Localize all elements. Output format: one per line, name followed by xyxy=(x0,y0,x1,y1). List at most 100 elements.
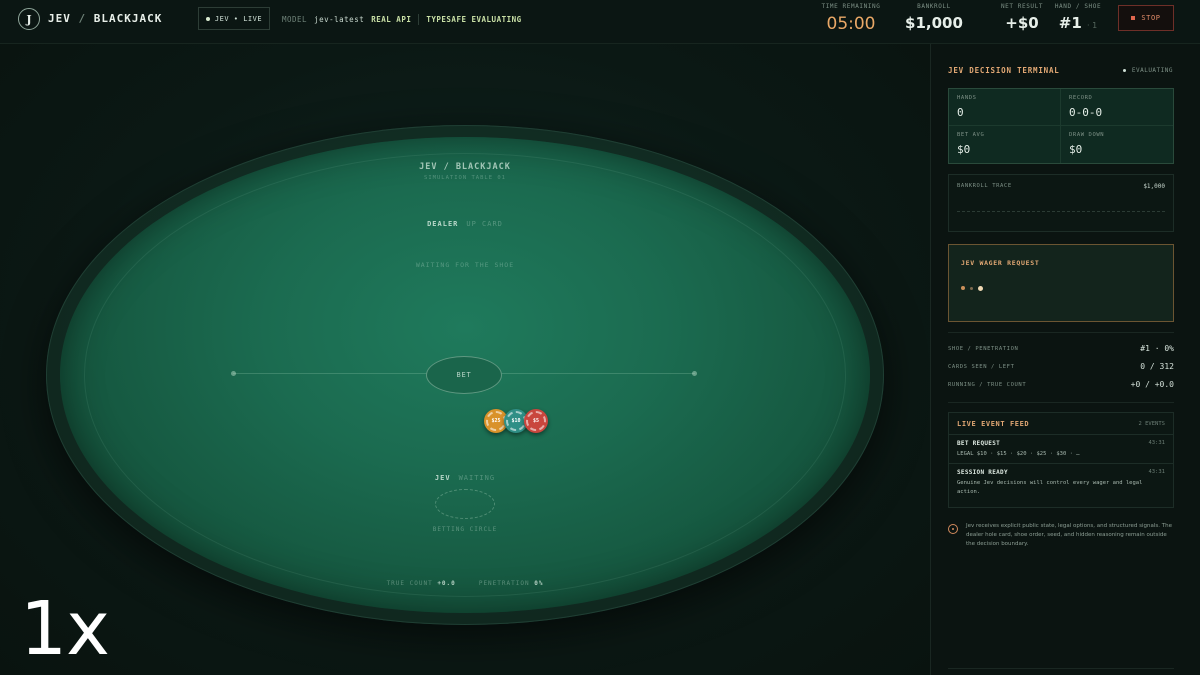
event-time: 43:31 xyxy=(1148,440,1165,446)
model-value: jev-latest xyxy=(314,15,365,24)
chip-label: $10 xyxy=(511,418,521,424)
event-time: 43:31 xyxy=(1148,469,1165,476)
info-icon xyxy=(948,524,958,534)
hand-label: HAND / SHOE xyxy=(1054,3,1102,10)
feed-event: SESSION READY 43:31 Genuine Jev decision… xyxy=(949,464,1173,501)
panel-status-label: EVALUATING xyxy=(1131,67,1173,74)
model-info: MODEL jev-latest REAL API TYPESAFE EVALU… xyxy=(282,14,522,25)
waiting-text: WAITING FOR THE SHOE xyxy=(415,261,515,269)
player-status: WAITING xyxy=(458,474,496,482)
time-remaining-stat: TIME REMAINING 05:00 xyxy=(812,3,890,34)
count-row: RUNNING / TRUE COUNT +0 / +0.0 xyxy=(948,380,1174,389)
table-area: JEV / BLACKJACK SIMULATION TABLE 01 DEAL… xyxy=(0,44,930,675)
stat-bet-avg: BET AVG $0 xyxy=(949,126,1061,163)
brand-primary: JEV xyxy=(48,12,71,25)
wager-title: JEV WAGER REQUEST xyxy=(961,259,1040,267)
stat-record: RECORD 0-0-0 xyxy=(1061,89,1173,126)
status-dot-icon xyxy=(1122,69,1126,72)
divider xyxy=(418,14,420,25)
line-dot-left xyxy=(231,371,236,376)
player-label: JEV xyxy=(434,474,451,482)
stop-button[interactable]: STOP xyxy=(1118,5,1174,31)
playback-speed-label: 1x xyxy=(20,586,110,672)
info-note: Jev receives explicit public state, lega… xyxy=(948,522,1174,549)
divider xyxy=(948,402,1174,403)
dealer-status: UP CARD xyxy=(466,220,503,228)
live-label: JEV • LIVE xyxy=(214,14,263,23)
kv-value: 0 / 312 xyxy=(1140,362,1174,371)
trace-value: $1,000 xyxy=(1143,183,1165,190)
net-label: NET RESULT xyxy=(1000,3,1044,10)
divider xyxy=(948,332,1174,333)
bankroll-value: $1,000 xyxy=(905,14,963,32)
chip-5[interactable]: $5 xyxy=(524,409,548,433)
hand-value: #1 · 1 xyxy=(1058,14,1098,32)
stat-draw-down: DRAW DOWN $0 xyxy=(1061,126,1173,163)
table-footer: TRUE COUNT +0.0 PENETRATION 0% xyxy=(0,580,930,587)
betting-circle-label: BETTING CIRCLE xyxy=(432,526,498,533)
stat-label: RECORD xyxy=(1069,95,1093,101)
true-count-label: TRUE COUNT xyxy=(386,580,433,587)
dealer-row: DEALER UP CARD xyxy=(0,220,930,228)
live-event-feed: LIVE EVENT FEED 2 EVENTS BET REQUEST 43:… xyxy=(948,412,1174,508)
kv-label: CARDS SEEN / LEFT xyxy=(948,363,1015,370)
kv-label: RUNNING / TRUE COUNT xyxy=(948,381,1027,388)
hand-number: #1 xyxy=(1058,14,1082,32)
time-value: 05:00 xyxy=(826,14,876,34)
loading-dot-icon xyxy=(961,286,965,290)
bet-label: BET xyxy=(456,371,472,379)
time-label: TIME REMAINING xyxy=(821,3,881,10)
table-subtitle: SIMULATION TABLE 01 xyxy=(424,175,506,181)
event-title: BET REQUEST xyxy=(957,440,1001,447)
loading-dot-icon xyxy=(970,287,973,290)
kv-value: +0 / +0.0 xyxy=(1130,380,1174,389)
penetration-label: PENETRATION xyxy=(478,580,530,587)
stat-value: 0-0-0 xyxy=(1069,106,1103,119)
true-count-value: +0.0 xyxy=(437,580,456,587)
betting-circle[interactable] xyxy=(435,489,495,519)
penetration-value: 0% xyxy=(534,580,544,587)
logo-icon: J xyxy=(18,8,40,30)
feed-count: 2 EVENTS xyxy=(1138,420,1166,427)
info-note-text: Jev receives explicit public state, lega… xyxy=(966,523,1172,548)
stat-value: $0 xyxy=(957,143,971,156)
bankroll-label: BANKROLL xyxy=(917,3,951,10)
stat-label: BET AVG xyxy=(957,132,985,138)
cards-seen-row: CARDS SEEN / LEFT 0 / 312 xyxy=(948,362,1174,371)
bet-area[interactable]: BET xyxy=(426,356,502,394)
wager-request-card: JEV WAGER REQUEST xyxy=(948,244,1174,322)
stat-value: 0 xyxy=(957,106,964,119)
stat-hands: HANDS 0 xyxy=(949,89,1061,126)
decision-terminal-panel: JEV DECISION TERMINAL EVALUATING HANDS 0… xyxy=(930,44,1200,675)
stop-icon xyxy=(1131,16,1136,20)
stats-grid: HANDS 0 RECORD 0-0-0 BET AVG $0 DRAW DOW… xyxy=(948,88,1174,164)
shoe-number: 1 xyxy=(1092,21,1098,30)
brand-slash: / xyxy=(78,12,87,25)
kv-label: SHOE / PENETRATION xyxy=(948,345,1019,352)
event-detail: Genuine Jev decisions will control every… xyxy=(957,480,1143,495)
feed-header: LIVE EVENT FEED 2 EVENTS xyxy=(949,413,1173,435)
live-dot-icon xyxy=(205,16,210,21)
table-title: JEV / BLACKJACK xyxy=(419,162,511,172)
chip-label: $5 xyxy=(532,418,540,424)
shoe-penetration-row: SHOE / PENETRATION #1 · 0% xyxy=(948,344,1174,353)
api-label: REAL API xyxy=(371,15,412,24)
model-label: MODEL xyxy=(282,15,308,24)
top-bar: J JEV / BLACKJACK JEV • LIVE MODEL jev-l… xyxy=(0,0,1200,44)
trace-label: BANKROLL TRACE xyxy=(957,183,1012,189)
stop-label: STOP xyxy=(1141,14,1161,22)
brand-title: JEV / BLACKJACK xyxy=(48,12,162,25)
panel-status: EVALUATING xyxy=(1122,67,1173,74)
loading-dot-icon xyxy=(978,286,983,291)
event-title: SESSION READY xyxy=(957,469,1008,477)
net-result-stat: NET RESULT +$0 xyxy=(988,3,1056,32)
kv-value: #1 · 0% xyxy=(1140,344,1174,353)
bankroll-trace-chart: BANKROLL TRACE $1,000 xyxy=(948,174,1174,232)
dealer-label: DEALER xyxy=(427,220,459,228)
feed-event: BET REQUEST 43:31 LEGAL $10 · $15 · $20 … xyxy=(949,435,1173,465)
event-detail: LEGAL $10 · $15 · $20 · $25 · $30 · … xyxy=(957,451,1080,457)
stat-label: DRAW DOWN xyxy=(1069,132,1105,138)
stat-value: $0 xyxy=(1069,143,1083,156)
feed-title: LIVE EVENT FEED xyxy=(957,419,1030,428)
trace-baseline xyxy=(957,211,1165,212)
